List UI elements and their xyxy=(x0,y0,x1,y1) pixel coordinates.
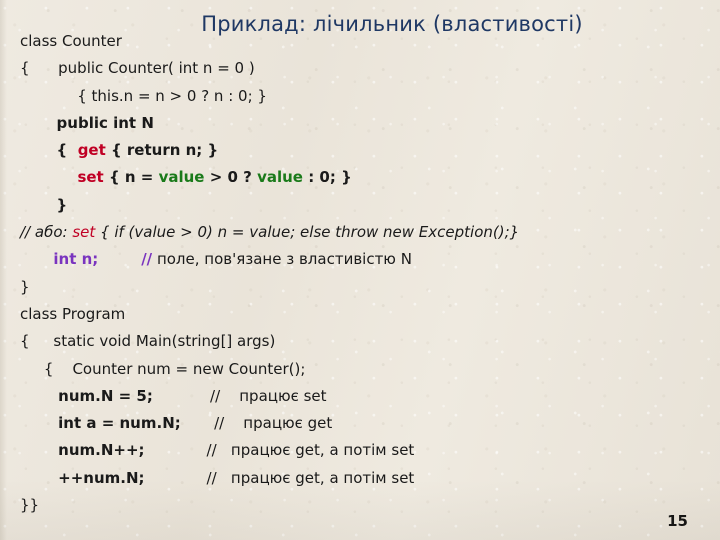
line-alt-set-comment-token-1: set xyxy=(72,223,96,242)
line-ctor-body-token-0: { this.n = n > 0 ? n : 0; } xyxy=(20,86,267,105)
line-field-n-token-3: // xyxy=(141,250,153,269)
line-set-five-token-0 xyxy=(20,387,58,405)
line-class-counter-token-0: class Counter xyxy=(20,32,122,50)
line-new-counter-token-0: { Counter num = new Counter(); xyxy=(20,359,306,378)
line-get-token-1: get xyxy=(77,141,106,160)
line-get: { get { return n; } xyxy=(0,137,720,164)
line-get-token-0: { xyxy=(20,141,78,160)
line-public-int-n: public int N xyxy=(0,110,720,137)
line-ctor-body: { this.n = n > 0 ? n : 0; } xyxy=(0,83,720,110)
line-main-token-0: { static void Main(string[] args) xyxy=(20,332,276,351)
line-close-class-counter: } xyxy=(0,274,720,301)
line-close-property-token-0: } xyxy=(20,195,68,214)
line-set-token-6: : 0; } xyxy=(302,168,352,187)
line-field-n: int n; // поле, пов'язане з властивістю … xyxy=(0,246,720,273)
line-class-counter: class Counter xyxy=(0,28,720,55)
line-set-token-0 xyxy=(20,168,77,186)
line-set: set { n = value > 0 ? value : 0; } xyxy=(0,164,720,191)
line-preincrement-token-0 xyxy=(20,469,58,487)
line-set-five-token-1: num.N = 5; xyxy=(58,386,153,405)
line-field-n-token-4: поле, пов'язане з властивістю N xyxy=(152,250,412,269)
slide-canvas: Приклад: лічильник (властивості) class C… xyxy=(0,0,720,540)
line-postincrement-token-0 xyxy=(20,441,58,459)
line-get-a-token-0 xyxy=(20,414,58,432)
line-get-a: int a = num.N; // працює get xyxy=(0,410,720,437)
line-field-n-token-1: int n; xyxy=(53,250,99,269)
line-alt-set-comment-token-2: { if (value > 0) n = value; else throw n… xyxy=(95,223,520,242)
line-new-counter: { Counter num = new Counter(); xyxy=(0,356,720,383)
line-open-brace-ctor-token-0: { public Counter( int n = 0 ) xyxy=(20,59,255,78)
line-main: { static void Main(string[] args) xyxy=(0,328,720,355)
line-class-program-token-0: class Program xyxy=(20,304,126,323)
line-set-token-2: { n = xyxy=(103,168,159,187)
line-public-int-n-token-0: public int N xyxy=(20,113,154,132)
line-alt-set-comment: // або: set { if (value > 0) n = value; … xyxy=(0,219,720,246)
line-open-brace-ctor: { public Counter( int n = 0 ) xyxy=(0,55,720,82)
line-preincrement-token-1: ++num.N; xyxy=(58,468,145,487)
line-get-token-2: { return n; } xyxy=(105,141,219,160)
line-close-all: }} xyxy=(0,492,720,519)
page-number: 15 xyxy=(667,512,688,530)
line-set-token-3: value xyxy=(158,168,205,187)
line-field-n-token-0 xyxy=(20,250,53,268)
line-close-property: } xyxy=(0,192,720,219)
line-postincrement-token-1: num.N++; xyxy=(58,441,145,460)
line-set-five: num.N = 5; // працює set xyxy=(0,383,720,410)
line-close-class-counter-token-0: } xyxy=(20,277,30,296)
line-get-a-token-1: int a = num.N; xyxy=(58,414,181,433)
line-class-program: class Program xyxy=(0,301,720,328)
line-set-token-5: value xyxy=(257,168,303,187)
line-set-token-1: set xyxy=(77,168,104,187)
line-preincrement: ++num.N; // працює get, а потім set xyxy=(0,465,720,492)
line-set-five-token-2: // працює set xyxy=(152,386,327,405)
line-close-all-token-0: }} xyxy=(20,496,40,515)
line-postincrement: num.N++; // працює get, а потім set xyxy=(0,437,720,464)
line-field-n-token-2 xyxy=(98,250,141,268)
line-set-token-4: > 0 ? xyxy=(204,168,258,187)
line-postincrement-token-2: // працює get, а потім set xyxy=(144,441,415,460)
line-alt-set-comment-token-0: // або: xyxy=(20,223,73,242)
line-preincrement-token-2: // працює get, а потім set xyxy=(144,468,415,487)
code-block: class Counter { public Counter( int n = 0… xyxy=(0,28,720,519)
line-get-a-token-2: // працює get xyxy=(180,414,333,433)
